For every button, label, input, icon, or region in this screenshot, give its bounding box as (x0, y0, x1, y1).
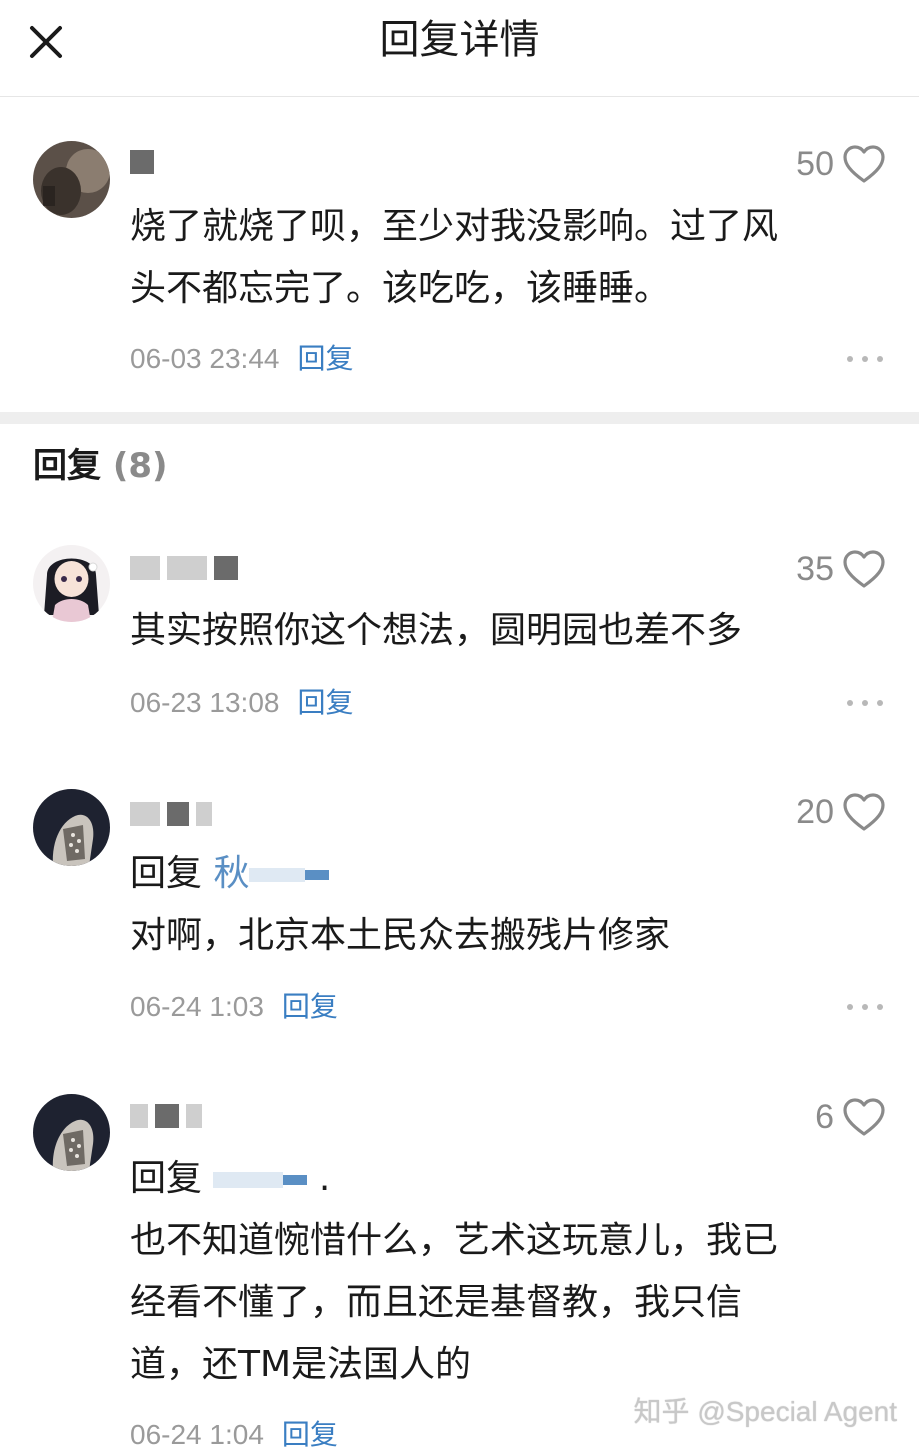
like-button[interactable]: 35 (796, 547, 886, 591)
reply-link[interactable]: 回复 (282, 990, 338, 1023)
comment-text-line: 烧了就烧了呗，至少对我没影响。过了风 (130, 206, 779, 247)
watermark: 知乎 @Special Agent (633, 1396, 897, 1427)
comment-meta: 06-24 1:03 回复 (130, 989, 338, 1025)
comment-text-line: 道，还TM是法国人的 (130, 1344, 472, 1385)
timestamp: 06-24 1:03 (130, 991, 264, 1022)
username[interactable] (130, 554, 238, 582)
replies-count: (8) (112, 446, 168, 486)
reply-to-label: 回复 (130, 1158, 203, 1199)
avatar[interactable] (33, 141, 110, 218)
timestamp: 06-24 1:04 (130, 1419, 264, 1450)
timestamp: 06-03 23:44 (130, 343, 280, 374)
heart-icon (843, 145, 885, 183)
more-options-icon[interactable] (847, 353, 883, 365)
comment-text-line: 经看不懂了，而且还是基督教，我只信 (130, 1282, 743, 1323)
replies-title-label: 回复 (33, 446, 101, 486)
heart-icon (843, 1098, 885, 1136)
more-options-icon[interactable] (847, 1001, 883, 1013)
avatar[interactable] (33, 1094, 110, 1171)
reply-to-username[interactable]: 秋 (213, 853, 249, 894)
avatar[interactable] (33, 789, 110, 866)
like-count: 6 (815, 1097, 834, 1136)
top-bar: 回复详情 (0, 0, 919, 97)
like-button[interactable]: 6 (815, 1095, 886, 1139)
avatar[interactable] (33, 545, 110, 622)
replies-section-title: 回复 (8) (33, 444, 168, 488)
comment-text: 其实按照你这个想法，圆明园也差不多 (130, 600, 890, 662)
like-button[interactable]: 20 (796, 790, 886, 834)
comment-meta: 06-03 23:44 回复 (130, 341, 353, 377)
comment-text-line: 头不都忘完了。该吃吃，该睡睡。 (130, 268, 671, 309)
like-count: 35 (796, 549, 834, 588)
reply-to-line: 回复 秋 (130, 843, 890, 905)
comment-meta: 06-24 1:04 回复 (130, 1417, 338, 1453)
like-button[interactable]: 50 (796, 142, 886, 186)
reply-to-line: 回复 . (130, 1158, 331, 1199)
like-count: 20 (796, 792, 834, 831)
comment-meta: 06-23 13:08 回复 (130, 685, 353, 721)
section-divider (0, 412, 919, 424)
username[interactable] (130, 1102, 202, 1130)
like-count: 50 (796, 144, 834, 183)
reply-link[interactable]: 回复 (282, 1418, 338, 1451)
comment-text: 回复 . 也不知道惋惜什么，艺术这玩意儿，我已 经看不懂了，而且还是基督教，我只… (130, 1148, 890, 1396)
comment-text-line: 对啊，北京本土民众去搬残片修家 (130, 915, 671, 956)
comment-text-line: 也不知道惋惜什么，艺术这玩意儿，我已 (130, 1220, 779, 1261)
reply-link[interactable]: 回复 (297, 342, 353, 375)
comment-text: 回复 秋 对啊，北京本土民众去搬残片修家 (130, 843, 890, 967)
comment-text: 烧了就烧了呗，至少对我没影响。过了风 头不都忘完了。该吃吃，该睡睡。 (130, 196, 890, 320)
page-title: 回复详情 (379, 17, 540, 63)
heart-icon (843, 550, 885, 588)
username[interactable] (130, 148, 154, 176)
reply-link[interactable]: 回复 (297, 686, 353, 719)
reply-to-label: 回复 (130, 853, 203, 894)
heart-icon (843, 793, 885, 831)
timestamp: 06-23 13:08 (130, 687, 280, 718)
comment-text-line: 其实按照你这个想法，圆明园也差不多 (130, 610, 743, 651)
more-options-icon[interactable] (847, 697, 883, 709)
username[interactable] (130, 800, 212, 828)
